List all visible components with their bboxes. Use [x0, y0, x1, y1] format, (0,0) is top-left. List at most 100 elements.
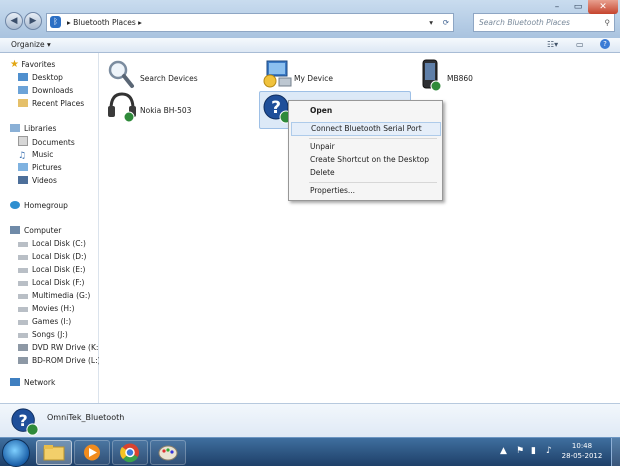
- nav-item-drive-d[interactable]: Local Disk (D:): [18, 251, 86, 262]
- nav-item-drive-h[interactable]: Movies (H:): [18, 303, 75, 314]
- desktop-icon: [18, 73, 28, 81]
- nav-item-documents[interactable]: Documents: [18, 136, 75, 148]
- refresh-icon[interactable]: ⟳: [443, 14, 449, 31]
- my-device-icon: [263, 60, 292, 88]
- search-icon[interactable]: ⚲: [605, 14, 611, 31]
- menu-item-properties[interactable]: Properties...: [291, 185, 439, 197]
- start-button[interactable]: [2, 439, 30, 467]
- nav-item-label: Videos: [32, 176, 57, 185]
- menu-item-label: Open: [310, 106, 333, 115]
- nav-item-label: Pictures: [32, 163, 62, 172]
- taskbar-media-player[interactable]: [74, 440, 110, 465]
- dvd-drive-icon: [18, 344, 28, 351]
- volume-icon[interactable]: ♪: [546, 446, 552, 456]
- svg-text:?: ?: [271, 98, 281, 118]
- drive-icon: [18, 255, 28, 260]
- nav-item-drive-c[interactable]: Local Disk (C:): [18, 238, 86, 249]
- computer-icon: [10, 226, 20, 234]
- taskbar-explorer[interactable]: [36, 440, 72, 465]
- item-search-devices[interactable]: Search Devices: [107, 59, 217, 95]
- nav-favorites-label: Favorites: [21, 60, 56, 69]
- organize-label: Organize: [11, 40, 45, 49]
- taskbar: ▲ ⚑ ▮ ♪ 10:48 28-05-2012: [0, 437, 620, 467]
- libraries-icon: [10, 124, 20, 132]
- nav-libraries[interactable]: Libraries: [10, 123, 56, 134]
- back-button[interactable]: ◀: [5, 12, 23, 30]
- nav-homegroup[interactable]: Homegroup: [10, 200, 68, 211]
- nav-item-pictures[interactable]: Pictures: [18, 162, 62, 173]
- nav-network[interactable]: Network: [10, 377, 55, 388]
- documents-icon: [18, 136, 28, 146]
- view-options-icon[interactable]: ☷▾: [547, 39, 558, 51]
- taskbar-paint[interactable]: [150, 440, 186, 465]
- nav-item-label: Documents: [32, 138, 75, 147]
- nav-item-drive-e[interactable]: Local Disk (E:): [18, 264, 85, 275]
- bd-rom-drive-icon: [18, 357, 28, 364]
- item-my-device[interactable]: My Device: [261, 59, 371, 95]
- nav-item-label: Songs (J:): [32, 330, 68, 339]
- nav-item-recent-places[interactable]: Recent Places: [18, 98, 84, 109]
- nav-item-downloads[interactable]: Downloads: [18, 85, 73, 96]
- nav-item-drive-j[interactable]: Songs (J:): [18, 329, 68, 340]
- menu-item-delete[interactable]: Delete: [291, 167, 439, 179]
- context-menu: Open Connect Bluetooth Serial Port Unpai…: [288, 100, 443, 201]
- unknown-device-icon: ?: [11, 408, 39, 436]
- nav-computer[interactable]: Computer: [10, 225, 61, 236]
- nav-item-music[interactable]: ♫ Music: [18, 149, 54, 161]
- nav-item-drive-k[interactable]: DVD RW Drive (K:) d: [18, 342, 108, 353]
- maximize-button[interactable]: ▭: [568, 0, 588, 14]
- drive-icon: [18, 268, 28, 273]
- taskbar-chrome[interactable]: [112, 440, 148, 465]
- search-input[interactable]: Search Bluetooth Places ⚲: [473, 13, 615, 32]
- nav-item-drive-l[interactable]: BD-ROM Drive (L:) 2: [18, 355, 108, 366]
- menu-item-open[interactable]: Open: [291, 105, 439, 117]
- item-nokia-bh-503[interactable]: Nokia BH-503: [107, 91, 217, 127]
- item-label: My Device: [294, 74, 333, 83]
- menu-item-create-shortcut[interactable]: Create Shortcut on the Desktop: [291, 154, 439, 166]
- pictures-icon: [18, 163, 28, 171]
- nav-item-videos[interactable]: Videos: [18, 175, 57, 186]
- menu-item-label: Connect Bluetooth Serial Port: [311, 124, 422, 133]
- breadcrumb-bluetooth-places[interactable]: Bluetooth Places: [73, 18, 136, 27]
- drive-icon: [18, 281, 28, 286]
- nav-item-drive-f[interactable]: Local Disk (F:): [18, 277, 84, 288]
- clock-date: 28-05-2012: [561, 452, 603, 460]
- phone-icon: [422, 59, 442, 92]
- nav-favorites[interactable]: ★ Favorites: [10, 59, 55, 70]
- minimize-button[interactable]: –: [546, 0, 568, 14]
- preview-pane-icon[interactable]: ▭: [576, 39, 584, 51]
- close-button[interactable]: ✕: [588, 0, 618, 14]
- address-bar[interactable]: ᛒ ▸ Bluetooth Places ▸ ▾ ⟳: [46, 13, 454, 32]
- network-tray-icon[interactable]: ▮: [531, 446, 536, 456]
- help-icon[interactable]: ?: [600, 39, 610, 49]
- chrome-icon: [120, 443, 139, 463]
- svg-text:?: ?: [19, 411, 28, 430]
- nav-item-label: BD-ROM Drive (L:) 2: [32, 356, 108, 365]
- details-device-name: OmniTek_Bluetooth: [47, 413, 125, 422]
- drive-icon: [18, 307, 28, 312]
- nav-item-drive-i[interactable]: Games (I:): [18, 316, 71, 327]
- item-label: Search Devices: [140, 74, 198, 83]
- videos-icon: [18, 176, 28, 184]
- show-desktop-button[interactable]: [611, 438, 620, 466]
- flag-icon[interactable]: ⚑: [516, 446, 524, 456]
- menu-separator: [309, 138, 437, 139]
- drive-icon: [18, 294, 28, 299]
- forward-button[interactable]: ▶: [24, 12, 42, 30]
- menu-item-connect-serial-port[interactable]: Connect Bluetooth Serial Port: [291, 122, 441, 136]
- navigation-pane: ★ Favorites Desktop Downloads Recent Pla…: [0, 53, 108, 403]
- title-bar: ◀ ▶ ᛒ ▸ Bluetooth Places ▸ ▾ ⟳ Search Bl…: [0, 0, 620, 38]
- nav-item-drive-g[interactable]: Multimedia (G:): [18, 290, 90, 301]
- network-icon: [10, 378, 20, 386]
- breadcrumb[interactable]: ▸ Bluetooth Places ▸: [67, 14, 142, 31]
- clock[interactable]: 10:48 28-05-2012: [558, 441, 606, 461]
- address-dropdown-icon[interactable]: ▾: [429, 14, 433, 31]
- nav-item-desktop[interactable]: Desktop: [18, 72, 63, 83]
- menu-item-unpair[interactable]: Unpair: [291, 141, 439, 153]
- menu-item-label: Properties...: [310, 186, 356, 195]
- organize-button[interactable]: Organize ▾: [11, 39, 51, 51]
- nav-computer-label: Computer: [24, 226, 62, 235]
- nav-item-label: Music: [32, 150, 54, 159]
- show-hidden-icons[interactable]: ▲: [500, 446, 507, 456]
- item-mb860[interactable]: MB860: [419, 59, 519, 95]
